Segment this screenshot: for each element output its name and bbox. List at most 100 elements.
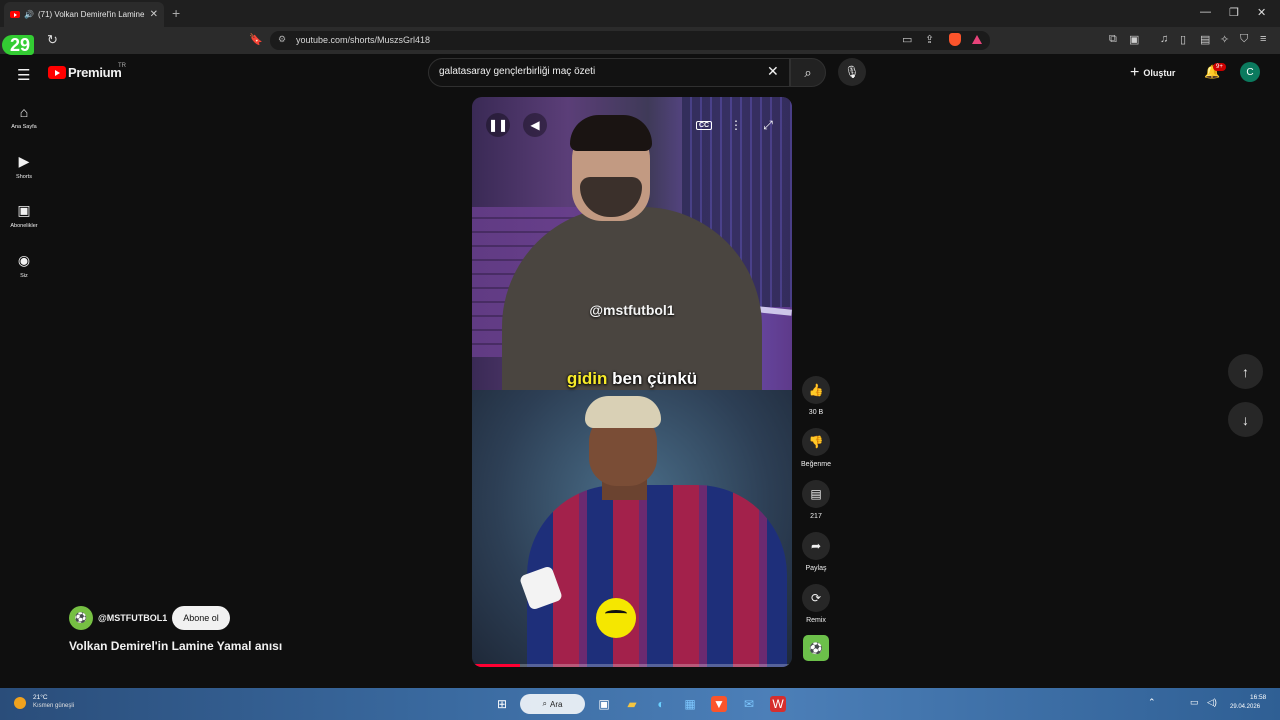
arrow-up-icon: ↑ xyxy=(1242,363,1249,380)
leo-ai-icon[interactable]: ✧ xyxy=(1220,33,1229,46)
taskbar-time[interactable]: 16:58 xyxy=(1250,694,1266,701)
counter-badge[interactable]: 29 xyxy=(2,35,35,55)
store-icon[interactable]: ▦ xyxy=(682,696,698,712)
taskbar-date[interactable]: 29.04.2026 xyxy=(1230,704,1260,710)
sidebar-item-shorts[interactable]: ▶ Shorts xyxy=(0,153,48,180)
outlook-icon[interactable]: ✉ xyxy=(741,696,757,712)
brave-rewards-icon[interactable] xyxy=(972,35,982,44)
tray-chevron-icon[interactable]: ⌃ xyxy=(1148,697,1156,708)
minimize-icon[interactable]: — xyxy=(1200,6,1211,18)
brave-shields-icon[interactable] xyxy=(949,33,961,46)
video-progress-fill xyxy=(472,664,520,667)
fullscreen-icon: ⤢ xyxy=(763,117,773,132)
menu-icon[interactable]: ≡ xyxy=(1260,33,1266,45)
office-icon[interactable]: W xyxy=(770,696,786,712)
video-frame-bottom xyxy=(472,390,792,667)
weather-temperature[interactable]: 21°C xyxy=(33,694,48,701)
restore-icon[interactable]: ❐ xyxy=(1229,6,1239,19)
network-icon[interactable]: ▭ xyxy=(1190,697,1199,708)
brave-browser-icon[interactable]: ▼ xyxy=(711,696,727,712)
music-icon[interactable]: ♫ xyxy=(1160,33,1168,45)
vpn-shield-icon[interactable]: ⛉ xyxy=(1240,33,1248,46)
guide-menu-icon[interactable]: ☰ xyxy=(17,66,30,84)
pause-button[interactable]: ❚❚ xyxy=(486,113,510,137)
url-text[interactable]: youtube.com/shorts/MuszsGrl418 xyxy=(296,35,430,45)
more-vert-icon: ⋮ xyxy=(730,118,742,132)
sponsor-logo xyxy=(596,598,636,638)
next-video-button[interactable]: ↓ xyxy=(1228,402,1263,437)
sidebar-item-home[interactable]: ⌂ Ana Sayfa xyxy=(0,104,48,130)
sidebar-item-you[interactable]: ◉ Siz xyxy=(0,252,48,279)
copilot-icon[interactable]: ◐ xyxy=(653,696,669,712)
new-tab-button[interactable]: + xyxy=(172,5,180,21)
dislike-action[interactable]: 👎 Beğenme xyxy=(796,428,836,468)
sidebar-item-label: Siz xyxy=(20,273,28,279)
close-tab-icon[interactable]: ✕ xyxy=(150,9,158,20)
search-icon: ⌕ xyxy=(804,64,812,80)
caption-text: ben çünkü xyxy=(612,369,698,388)
dislike-label: Beğenme xyxy=(801,461,831,468)
comments-action[interactable]: ▤ 217 xyxy=(796,480,836,520)
volume-button[interactable]: ◀ xyxy=(523,113,547,137)
arrow-down-icon: ↓ xyxy=(1242,411,1249,428)
extensions-icon[interactable]: ⧉ xyxy=(1109,33,1117,46)
video-watermark: @mstfutbol1 xyxy=(589,302,675,318)
close-window-icon[interactable]: ✕ xyxy=(1257,6,1266,19)
sidebar-toggle-icon[interactable]: ▯ xyxy=(1180,33,1186,46)
more-options-button[interactable]: ⋮ xyxy=(724,113,748,137)
video-progress-bar[interactable] xyxy=(472,664,792,667)
captions-icon: CC xyxy=(695,120,713,130)
shorts-video-player[interactable]: @mstfutbol1 gidin ben çünkü ❚❚ ◀ CC ⋮ ⤢ xyxy=(472,97,792,667)
fullscreen-button[interactable]: ⤢ xyxy=(756,113,780,137)
channel-avatar[interactable]: ⚽ xyxy=(69,606,93,630)
subscribe-button[interactable]: Abone ol xyxy=(172,606,230,630)
shorts-icon: ▶ xyxy=(18,153,30,169)
search-button[interactable]: ⌕ xyxy=(790,58,826,87)
share-action[interactable]: ➦ Paylaş xyxy=(796,532,836,572)
cast-icon[interactable]: ▭ xyxy=(902,33,912,46)
remix-action[interactable]: ⟳ Remix xyxy=(796,584,836,624)
logo-text[interactable]: Premium xyxy=(68,65,122,80)
player-jersey xyxy=(527,485,787,667)
bookmark-icon[interactable]: 🔖 xyxy=(249,33,263,46)
taskbar-search[interactable]: ⌕ Ara xyxy=(520,694,585,714)
weather-description[interactable]: Kısmen güneşli xyxy=(33,703,74,709)
like-action[interactable]: 👍 30 B xyxy=(796,376,836,416)
screenshot-icon[interactable]: ▣ xyxy=(1129,33,1139,46)
reload-icon[interactable]: ↻ xyxy=(47,32,58,48)
captions-button[interactable]: CC xyxy=(692,113,716,137)
dislike-icon[interactable]: 👎 xyxy=(802,428,830,456)
weather-icon[interactable] xyxy=(14,697,26,709)
microphone-icon: 🎙 xyxy=(844,65,860,79)
channel-name[interactable]: @MSTFUTBOL1 xyxy=(98,613,167,623)
create-label: Oluştur xyxy=(1143,68,1176,78)
create-button[interactable]: + Oluştur xyxy=(1130,64,1175,82)
remix-icon[interactable]: ⟳ xyxy=(802,584,830,612)
youtube-logo-icon[interactable] xyxy=(48,66,66,79)
sidebar-item-label: Ana Sayfa xyxy=(11,124,37,130)
volume-tray-icon[interactable]: ◁) xyxy=(1207,697,1217,708)
voice-search-button[interactable]: 🎙 xyxy=(838,58,866,86)
site-info-icon[interactable]: ⚙ xyxy=(278,34,286,45)
account-avatar[interactable]: C xyxy=(1240,62,1260,82)
file-explorer-icon[interactable]: ▰ xyxy=(624,696,640,712)
share-page-icon[interactable]: ⇪ xyxy=(925,33,934,46)
task-view-icon[interactable]: ▣ xyxy=(596,696,612,712)
clear-search-icon[interactable]: ✕ xyxy=(767,63,779,80)
sidebar-item-subscriptions[interactable]: ▣ Abonelikler xyxy=(0,202,48,229)
search-icon: ⌕ xyxy=(542,699,548,708)
comment-icon[interactable]: ▤ xyxy=(802,480,830,508)
browser-tab[interactable]: 🔊 (71) Volkan Demirel'in Lamine ✕ xyxy=(4,2,164,27)
share-icon[interactable]: ➦ xyxy=(802,532,830,560)
speaker-icon[interactable]: 🔊 xyxy=(24,10,34,19)
like-icon[interactable]: 👍 xyxy=(802,376,830,404)
previous-video-button[interactable]: ↑ xyxy=(1228,354,1263,389)
caption-highlight: gidin xyxy=(566,369,608,388)
search-input-value[interactable]: galatasaray gençlerbirliği maç özeti xyxy=(439,66,595,77)
video-title[interactable]: Volkan Demirel'in Lamine Yamal anısı xyxy=(69,639,282,653)
wallet-icon[interactable]: ▤ xyxy=(1200,33,1210,46)
taskbar-search-label: Ara xyxy=(550,699,563,709)
video-caption: gidin ben çünkü xyxy=(472,369,792,389)
start-windows-icon[interactable]: ⊞ xyxy=(494,696,510,712)
sound-source-thumbnail[interactable]: ⚽ xyxy=(803,635,829,661)
